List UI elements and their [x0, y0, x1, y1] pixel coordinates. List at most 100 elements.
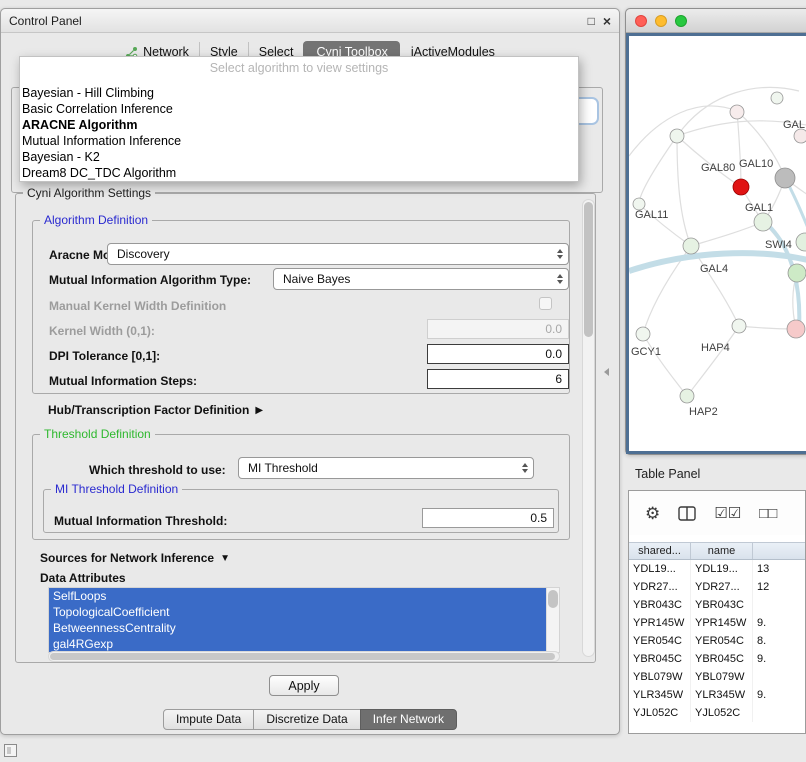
table-body: YDL19... YDL19... 13 YDR27... YDR27... 1… [629, 560, 805, 722]
settings-scrollbar-track[interactable] [582, 199, 595, 657]
which-threshold-combo[interactable]: MI Threshold [238, 457, 534, 479]
network-node[interactable] [636, 327, 650, 341]
table-row[interactable]: YLR345W YLR345W 9. [629, 686, 805, 704]
cell: YPR145W [691, 614, 753, 632]
float-window-button[interactable]: □ [588, 15, 595, 27]
node-label: GAL80 [701, 162, 735, 174]
dropdown-item-selected[interactable]: ARACNE Algorithm [20, 117, 578, 133]
attributes-hscrollbar-track[interactable] [48, 651, 560, 662]
field-value: 0.0 [545, 347, 562, 361]
column-layout-icon[interactable] [678, 506, 696, 521]
column-header[interactable]: name [691, 543, 753, 559]
settings-scrollbar-thumb[interactable] [584, 202, 593, 337]
cell: 9. [753, 650, 805, 668]
minimize-button[interactable] [655, 15, 667, 27]
network-node[interactable] [754, 213, 772, 231]
network-canvas[interactable]: GAL80 GAL10 GAL11 GAL1 SWI4 GAL4 GCY1 HA… [629, 36, 806, 454]
expanded-triangle-icon[interactable]: ▼ [220, 553, 230, 564]
close-button[interactable] [635, 15, 647, 27]
algorithm-dropdown-popup: Select algorithm to view settings Bayesi… [19, 56, 579, 182]
attribute-item-selected[interactable]: BetweennessCentrality [49, 620, 546, 636]
node-label: GAL10 [739, 158, 773, 170]
network-node[interactable] [771, 92, 783, 104]
mi-steps-label: Mutual Information Steps: [49, 374, 197, 388]
table-row[interactable]: YPR145W YPR145W 9. [629, 614, 805, 632]
attributes-hscrollbar-thumb[interactable] [50, 653, 555, 660]
cell: YPR145W [629, 614, 691, 632]
network-edges-highlighted[interactable] [629, 178, 806, 329]
network-node[interactable] [683, 238, 699, 254]
attribute-item-selected[interactable]: gal4RGexp [49, 636, 546, 652]
tab-discretize-data[interactable]: Discretize Data [253, 709, 360, 730]
table-row[interactable]: YBL079W YBL079W [629, 668, 805, 686]
network-node-green[interactable] [788, 264, 806, 282]
cell: YBR045C [629, 650, 691, 668]
panel-dock-icon[interactable] [4, 744, 17, 757]
network-node[interactable] [730, 105, 744, 119]
kernel-width-label: Kernel Width (0,1): [49, 324, 155, 338]
table-row[interactable]: YER054C YER054C 8. [629, 632, 805, 650]
combo-arrows-icon [557, 249, 563, 259]
attributes-scrollbar-thumb[interactable] [548, 590, 558, 608]
table-row[interactable]: YJL052C YJL052C [629, 704, 805, 722]
field-value: 6 [555, 372, 562, 386]
mi-type-label: Mutual Information Algorithm Type: [49, 273, 251, 287]
panel-splitter-arrow-icon[interactable] [604, 368, 609, 376]
gear-icon[interactable]: ⚙ [645, 506, 660, 521]
network-node[interactable] [680, 389, 694, 403]
table-row[interactable]: YDL19... YDL19... 13 [629, 560, 805, 578]
cell: YER054C [629, 632, 691, 650]
table-row[interactable]: YBR043C YBR043C [629, 596, 805, 614]
control-panel-titlebar: Control Panel □ × [1, 9, 619, 33]
data-attributes-list: SelfLoops TopologicalCoefficient Between… [48, 587, 560, 653]
dropdown-item[interactable]: Bayesian - K2 [20, 149, 578, 165]
combo-arrows-icon [522, 463, 528, 473]
apply-button[interactable]: Apply [269, 675, 339, 696]
attributes-scrollbar-track[interactable] [546, 588, 559, 652]
select-all-checkboxes-icon[interactable]: ☑☑ [714, 506, 741, 521]
network-node-red[interactable] [733, 179, 749, 195]
combo-value: Discovery [117, 247, 170, 261]
dropdown-item[interactable]: Dream8 DC_TDC Algorithm [20, 165, 578, 181]
network-node-gray[interactable] [775, 168, 795, 188]
node-label: HAP2 [689, 406, 718, 418]
node-label: GAL [783, 119, 805, 131]
sources-section[interactable]: Sources for Network Inference ▼ [40, 551, 230, 565]
cell [753, 596, 805, 614]
node-label: SWI4 [765, 239, 792, 251]
dpi-tolerance-field[interactable]: 0.0 [427, 344, 569, 364]
hub-definition-section[interactable]: Hub/Transcription Factor Definition ▶ [48, 403, 263, 417]
control-panel-window: Control Panel □ × Network Style Select C… [0, 8, 620, 735]
zoom-button[interactable] [675, 15, 687, 27]
mi-threshold-field[interactable]: 0.5 [422, 508, 554, 528]
table-row[interactable]: YBR045C YBR045C 9. [629, 650, 805, 668]
column-header[interactable] [753, 543, 805, 559]
network-node[interactable] [732, 319, 746, 333]
dropdown-item[interactable]: Basic Correlation Inference [20, 101, 578, 117]
cell: YBL079W [629, 668, 691, 686]
close-window-button[interactable]: × [603, 15, 611, 27]
window-title: Control Panel [9, 14, 82, 28]
attribute-item-selected[interactable]: SelfLoops [49, 588, 546, 604]
node-label: GAL4 [700, 263, 728, 275]
collapsed-triangle-icon[interactable]: ▶ [255, 405, 263, 416]
dropdown-item[interactable]: Bayesian - Hill Climbing [20, 85, 578, 101]
tab-impute-data[interactable]: Impute Data [163, 709, 254, 730]
network-node[interactable] [794, 129, 806, 143]
network-node-pink[interactable] [787, 320, 805, 338]
network-node[interactable] [796, 233, 806, 251]
network-node[interactable] [670, 129, 684, 143]
cell: 12 [753, 578, 805, 596]
cell: YDL19... [629, 560, 691, 578]
network-view-window: GAL80 GAL10 GAL11 GAL1 SWI4 GAL4 GCY1 HA… [625, 8, 806, 455]
dropdown-item[interactable]: Mutual Information Inference [20, 133, 578, 149]
mi-type-combo[interactable]: Naive Bayes [273, 268, 569, 290]
tab-infer-network[interactable]: Infer Network [360, 709, 457, 730]
aracne-mode-combo[interactable]: Discovery [107, 243, 569, 265]
mi-steps-field[interactable]: 6 [427, 369, 569, 389]
deselect-all-checkboxes-icon[interactable]: □□ [759, 506, 777, 521]
attribute-item-selected[interactable]: TopologicalCoefficient [49, 604, 546, 620]
mi-threshold-label: Mutual Information Threshold: [54, 514, 227, 528]
column-header[interactable]: shared... [629, 543, 691, 559]
table-row[interactable]: YDR27... YDR27... 12 [629, 578, 805, 596]
